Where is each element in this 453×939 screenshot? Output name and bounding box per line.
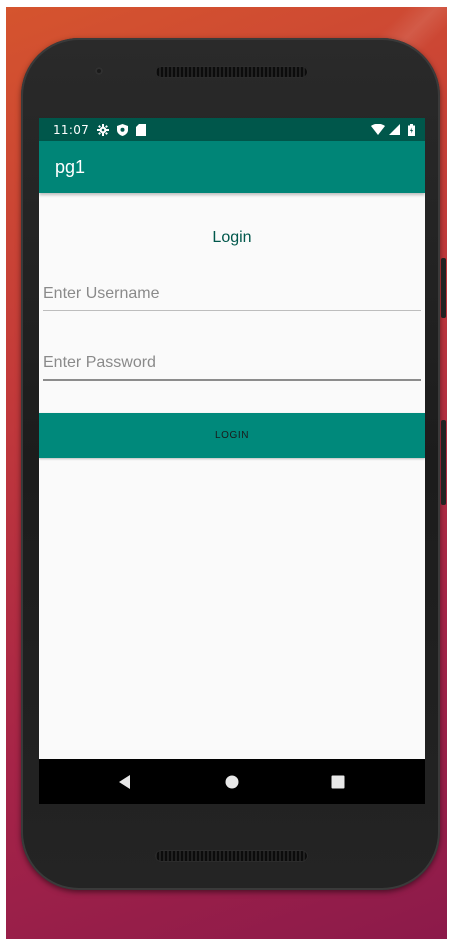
login-button[interactable]: LOGIN — [39, 413, 425, 458]
status-bar: 11:07 — [39, 118, 425, 141]
password-input[interactable] — [43, 347, 421, 381]
device-screen: 11:07 pg1 Login Enter Username LOGIN — [39, 118, 425, 804]
app-title: pg1 — [55, 157, 86, 177]
volume-button[interactable] — [441, 258, 446, 318]
bottom-speaker — [155, 850, 308, 862]
recents-button[interactable] — [308, 759, 368, 804]
earpiece-speaker — [155, 66, 308, 78]
home-icon — [225, 775, 239, 788]
power-button[interactable] — [441, 420, 446, 505]
settings-gear-icon — [97, 123, 110, 136]
back-icon — [119, 774, 130, 789]
cell-signal-icon — [389, 124, 400, 135]
home-button[interactable] — [202, 759, 262, 804]
username-input[interactable] — [43, 277, 421, 311]
front-camera — [95, 67, 103, 75]
battery-icon — [408, 123, 415, 136]
back-button[interactable] — [95, 759, 155, 804]
login-heading: Login — [212, 229, 252, 246]
shield-icon — [117, 123, 129, 136]
status-time: 11:07 — [53, 122, 90, 137]
wifi-icon — [371, 124, 385, 135]
sd-card-icon — [136, 123, 147, 136]
recents-icon — [331, 775, 345, 788]
app-bar: pg1 — [39, 141, 425, 193]
navigation-bar — [39, 759, 425, 804]
